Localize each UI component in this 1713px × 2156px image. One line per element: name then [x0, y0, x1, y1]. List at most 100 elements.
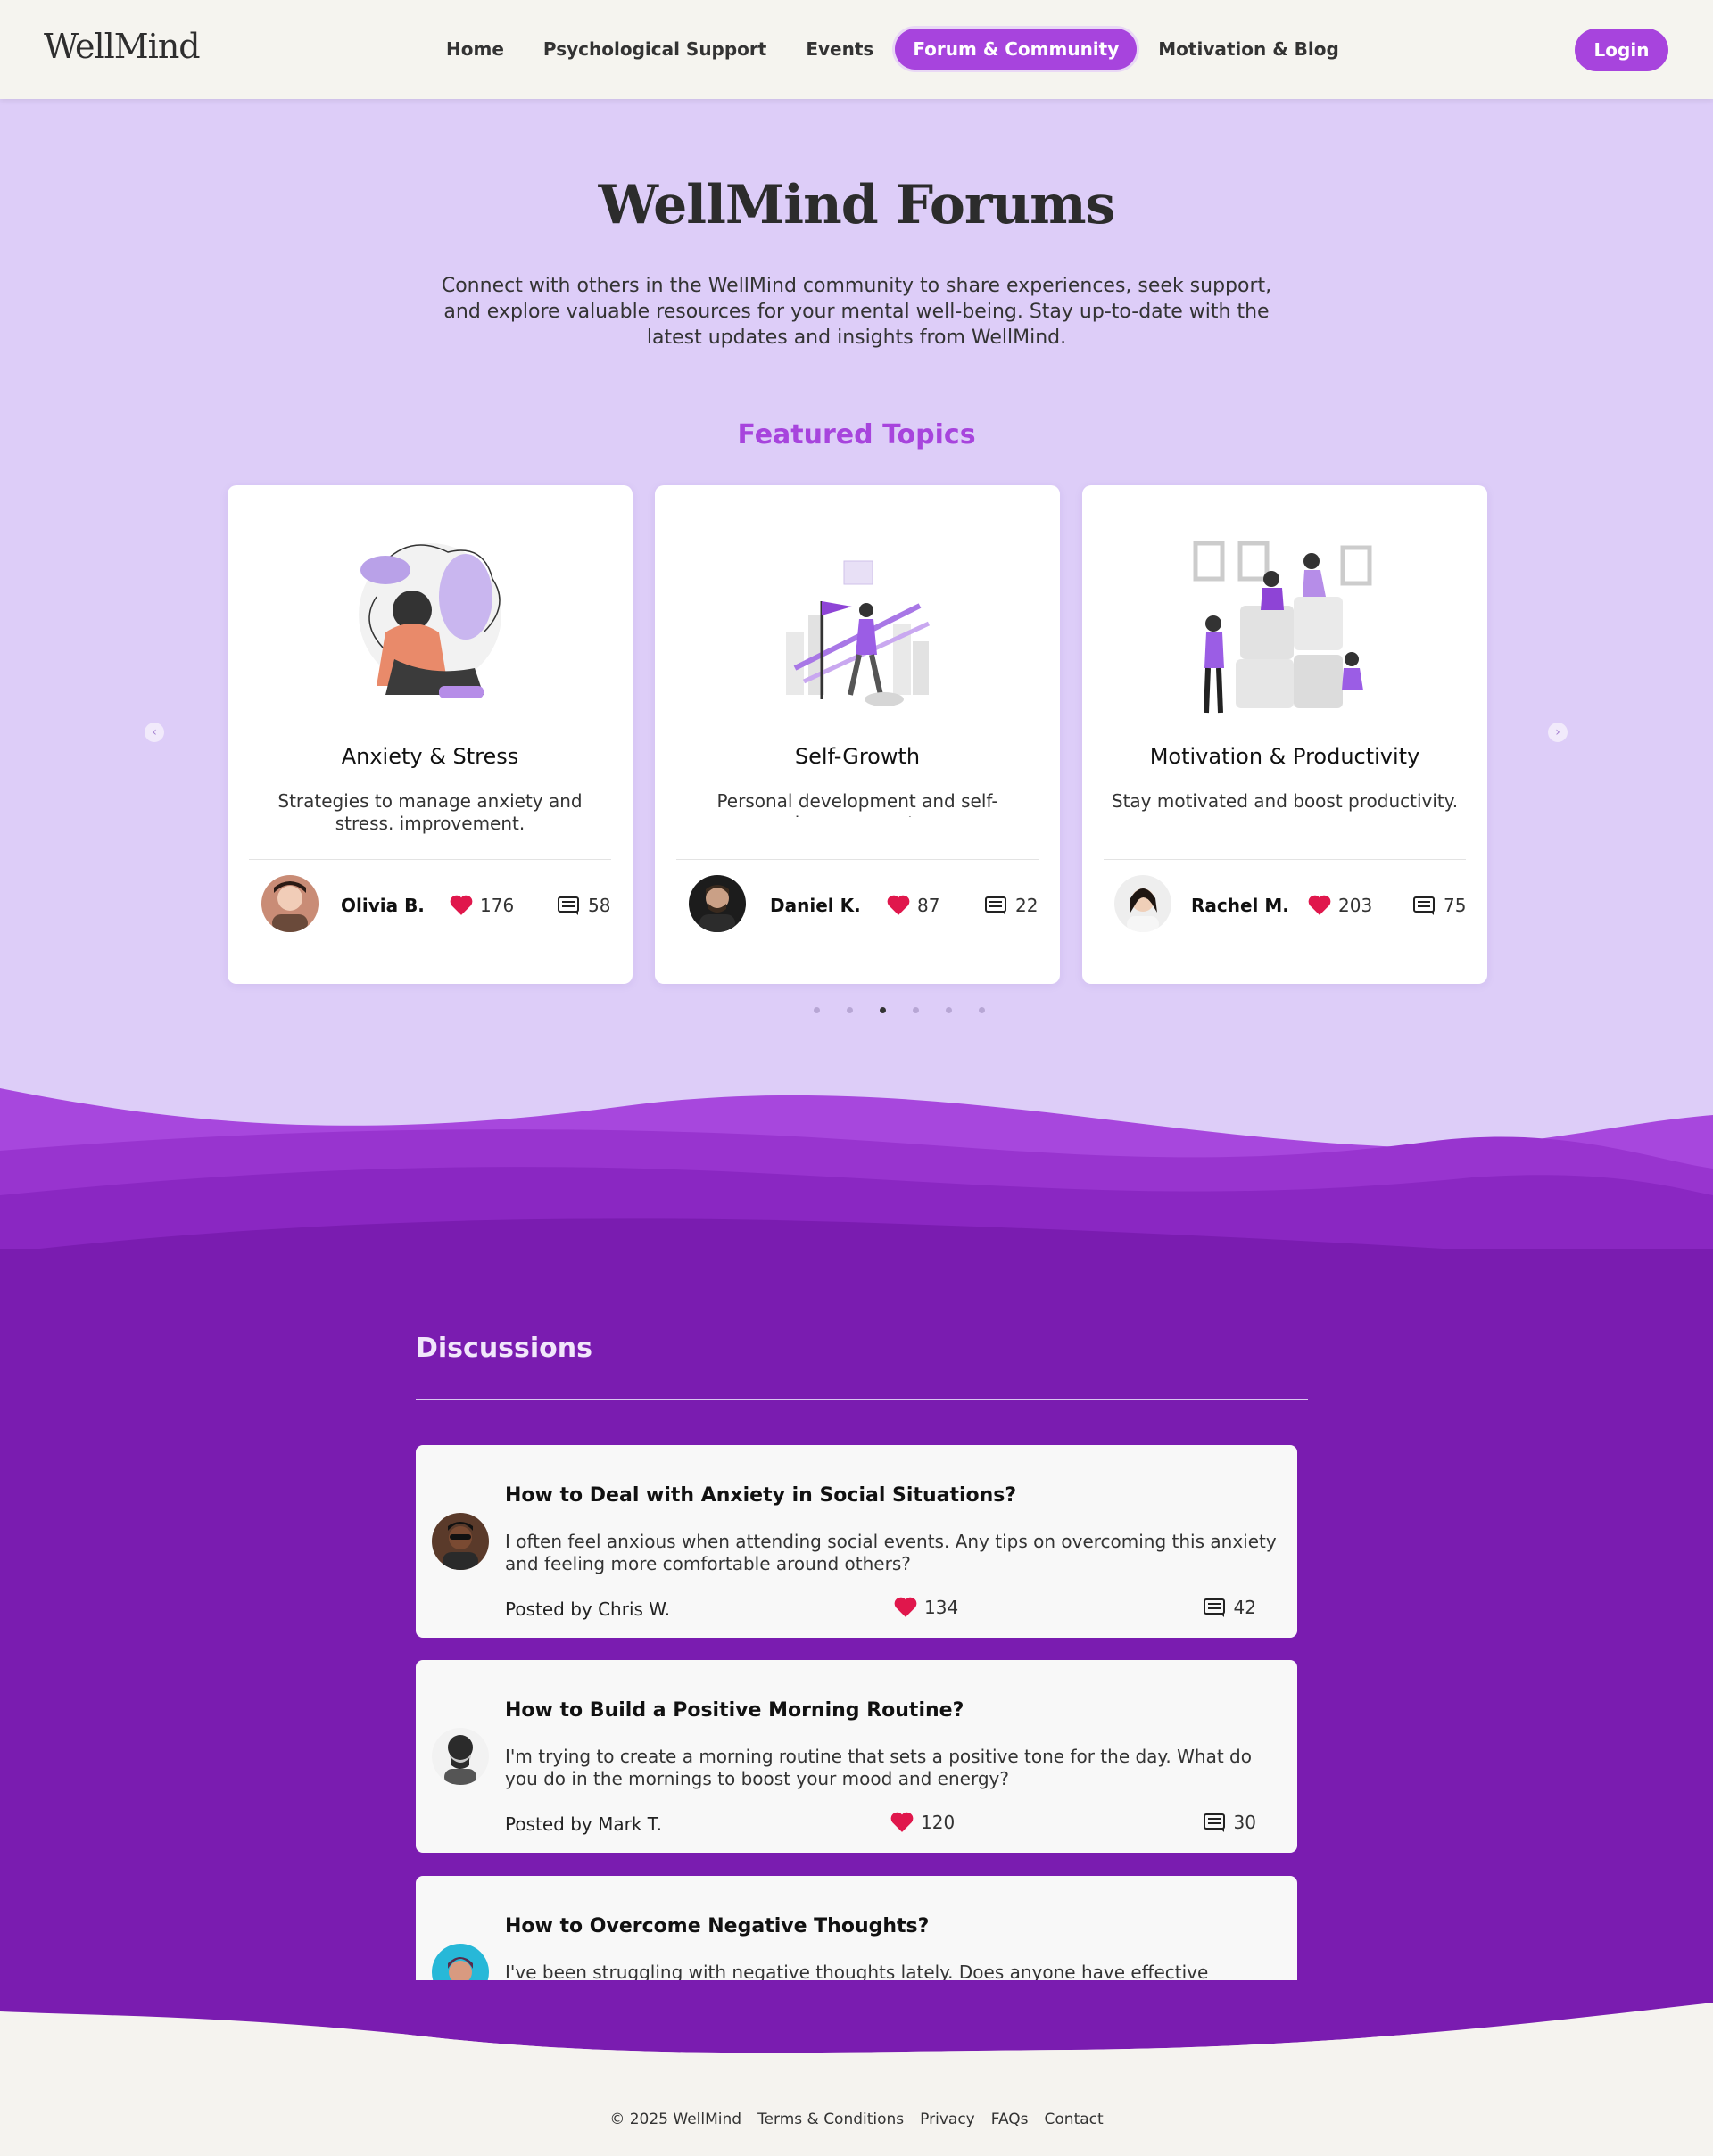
comments-count[interactable]: 42 [1203, 1597, 1256, 1618]
card-description: Strategies to manage anxiety and stress.… [277, 790, 583, 834]
card-footer: Olivia B. 176 58 [228, 875, 633, 936]
post-meta: Posted by Mark T. 120 30 [505, 1812, 1278, 1838]
anxiety-illustration-icon [359, 543, 501, 698]
likes-count[interactable]: 134 [894, 1597, 958, 1618]
carousel-dot[interactable] [847, 1007, 853, 1013]
avatar [689, 875, 746, 932]
carousel-dot[interactable] [814, 1007, 820, 1013]
likes-value: 87 [917, 895, 940, 916]
wave-divider-bottom [0, 1980, 1713, 2078]
likes-count[interactable]: 203 [1308, 895, 1372, 916]
likes-value: 120 [921, 1812, 956, 1833]
brand-logo[interactable]: WellMind [44, 27, 201, 66]
card-author: Olivia B. [341, 895, 425, 916]
carousel-dot-active[interactable] [880, 1007, 886, 1013]
comments-value: 22 [1015, 895, 1039, 916]
nav-motivation-blog[interactable]: Motivation & Blog [1140, 29, 1357, 70]
topic-card-motivation[interactable]: Motivation & Productivity Stay motivated… [1082, 485, 1487, 984]
post-body: I'm trying to create a morning routine t… [505, 1746, 1252, 1789]
comment-icon [558, 896, 579, 915]
nav-home[interactable]: Home [428, 29, 522, 70]
discussions-list[interactable]: How to Deal with Anxiety in Social Situa… [416, 1445, 1299, 1980]
likes-value: 203 [1338, 895, 1373, 916]
topic-card-self-growth[interactable]: Self-Growth Personal development and sel… [655, 485, 1060, 984]
divider [416, 1399, 1308, 1400]
card-footer: Rachel M. 203 75 [1082, 875, 1487, 936]
discussions-title: Discussions [416, 1333, 593, 1364]
comments-count[interactable]: 58 [557, 895, 610, 916]
post-body: I often feel anxious when attending soci… [505, 1531, 1277, 1574]
carousel-prev-icon[interactable]: ‹ [145, 723, 164, 742]
login-button[interactable]: Login [1575, 29, 1668, 71]
motivation-illustration-icon [1193, 541, 1372, 714]
card-title: Self-Growth [794, 744, 921, 769]
post-meta: Posted by Chris W. 134 42 [505, 1597, 1278, 1623]
carousel-next-icon[interactable]: › [1548, 723, 1568, 742]
card-description: Personal development and self-improvemen… [716, 790, 998, 817]
footer-link-faqs[interactable]: FAQs [991, 2111, 1029, 2128]
post-author: Posted by Chris W. [505, 1598, 671, 1620]
carousel-dot[interactable] [979, 1007, 985, 1013]
likes-count[interactable]: 87 [887, 895, 939, 916]
post-title[interactable]: How to Overcome Negative Thoughts? [505, 1915, 929, 1937]
comments-count[interactable]: 30 [1203, 1812, 1256, 1833]
comments-count[interactable]: 75 [1412, 895, 1466, 916]
card-footer: Daniel K. 87 22 [655, 875, 1060, 936]
card-title: Motivation & Productivity [1149, 744, 1420, 769]
likes-value: 134 [924, 1597, 959, 1618]
footer-link-contact[interactable]: Contact [1045, 2111, 1104, 2128]
card-divider [1104, 859, 1466, 860]
comment-icon [1203, 1598, 1225, 1617]
heart-icon [450, 895, 473, 915]
footer-links: © 2025 WellMind Terms & Conditions Priva… [0, 2111, 1713, 2128]
comments-value: 58 [588, 895, 611, 916]
carousel-dot[interactable] [946, 1007, 952, 1013]
avatar [432, 1944, 489, 1980]
avatar [1114, 875, 1171, 932]
heart-icon [887, 895, 910, 915]
self-growth-illustration-icon [786, 560, 931, 706]
comments-value: 30 [1233, 1812, 1256, 1833]
page-title: WellMind Forums [598, 174, 1116, 236]
navbar: WellMind Home Psychological Support Even… [0, 0, 1713, 99]
footer-link-terms[interactable]: Terms & Conditions [757, 2111, 904, 2128]
heart-icon [1308, 895, 1331, 915]
avatar [261, 875, 319, 932]
nav-events[interactable]: Events [788, 29, 891, 70]
avatar [432, 1728, 489, 1785]
avatar [432, 1513, 489, 1570]
comments-value: 75 [1444, 895, 1467, 916]
card-description: Stay motivated and boost productivity. [1111, 790, 1459, 812]
comments-value: 42 [1233, 1597, 1256, 1618]
nav-psychological-support[interactable]: Psychological Support [525, 29, 784, 70]
likes-value: 176 [480, 895, 515, 916]
heart-icon [894, 1597, 917, 1617]
likes-count[interactable]: 176 [450, 895, 514, 916]
comment-icon [1203, 1813, 1225, 1832]
card-title: Anxiety & Stress [341, 744, 519, 769]
post-author: Posted by Mark T. [505, 1813, 662, 1835]
card-divider [249, 859, 611, 860]
carousel-dots [814, 1007, 985, 1013]
hero-description: Connect with others in the WellMind comm… [441, 275, 1272, 349]
likes-count[interactable]: 120 [890, 1812, 955, 1833]
post-title[interactable]: How to Deal with Anxiety in Social Situa… [505, 1484, 1016, 1507]
nav-links: Home Psychological Support Events Forum … [428, 29, 1361, 70]
card-author: Rachel M. [1191, 895, 1289, 916]
discussion-post[interactable]: How to Build a Positive Morning Routine?… [416, 1660, 1297, 1853]
post-title[interactable]: How to Build a Positive Morning Routine? [505, 1699, 964, 1722]
heart-icon [890, 1812, 914, 1832]
carousel-dot[interactable] [913, 1007, 919, 1013]
comments-count[interactable]: 22 [984, 895, 1038, 916]
discussion-post[interactable]: How to Overcome Negative Thoughts? I've … [416, 1876, 1297, 1980]
nav-forum-community[interactable]: Forum & Community [895, 29, 1138, 70]
card-author: Daniel K. [770, 895, 861, 916]
post-body: I've been struggling with negative thoug… [505, 1962, 1209, 1980]
footer: © 2025 WellMind Terms & Conditions Priva… [0, 2078, 1713, 2156]
comment-icon [1413, 896, 1435, 915]
topic-card-anxiety[interactable]: Anxiety & Stress Strategies to manage an… [228, 485, 633, 984]
copyright: © 2025 WellMind [609, 2111, 742, 2128]
featured-topics-title: Featured Topics [737, 419, 976, 450]
discussion-post[interactable]: How to Deal with Anxiety in Social Situa… [416, 1445, 1297, 1638]
footer-link-privacy[interactable]: Privacy [920, 2111, 975, 2128]
